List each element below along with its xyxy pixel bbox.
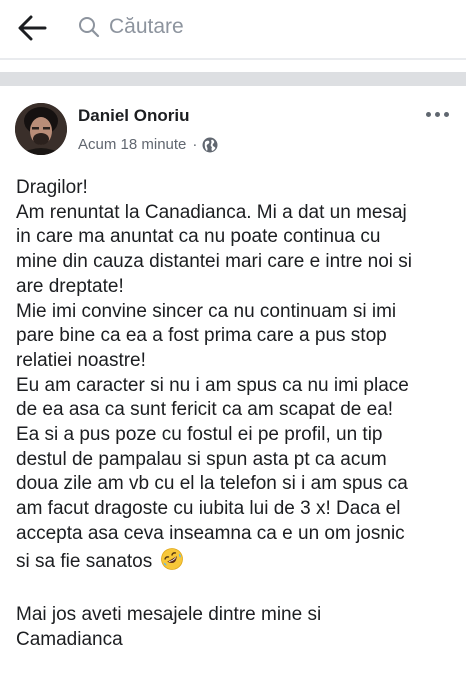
post-line: am facut dragoste cu iubita lui de 3 x! … [16,498,401,520]
author-name[interactable]: Daniel Onoriu [78,106,189,126]
post-card: Daniel Onoriu Acum 18 minute · Dragilor!… [0,86,466,700]
feed-separator [0,72,466,86]
dot-icon [425,111,431,117]
back-arrow-icon [18,15,47,41]
rolling-laughing-emoji-icon [160,547,184,579]
post-line: pare bine ca ea a fost prima care a pus … [16,325,387,347]
avatar[interactable] [15,103,67,155]
back-button[interactable] [12,8,52,48]
dot-icon [434,111,440,117]
dot-icon [443,111,449,117]
post-line: Mie imi convine sincer ca nu continuam s… [16,300,397,322]
more-options-button[interactable] [422,104,452,124]
post-text: Dragilor! Am renuntat la Canadianca. Mi … [16,176,458,652]
post-line: Am renuntat la Canadianca. Mi a dat un m… [16,201,407,223]
post-line: doua zile am vb cu el la telefon si i am… [16,473,408,495]
post-line: Ea si a pus poze cu fostul ei pe profil,… [16,424,383,446]
post-line: Camadianca [16,628,123,650]
post-line: Mai jos aveti mesajele dintre mine si [16,603,322,625]
post-line: si sa fie sanatos [16,550,153,572]
post-line: Dragilor! [16,177,88,198]
header-divider [0,58,466,60]
search-input[interactable] [109,15,409,39]
post-line: relatiei noastre! [16,349,146,371]
post-line: mine din cauza distantei mari care e int… [16,251,413,273]
globe-icon [202,137,218,153]
post-line: Eu am caracter si nu i am spus ca nu imi… [16,374,409,396]
post-line-with-emoji: si sa fie sanatos [16,547,458,579]
search-box[interactable] [70,9,450,45]
post-time[interactable]: Acum 18 minute [78,136,186,153]
top-bar [0,0,466,58]
post-line: destul de pampalau si spun asta pt ca ac… [16,448,387,470]
post-line: are dreptate! [16,275,124,297]
post-meta: Acum 18 minute · [78,136,218,153]
meta-separator: · [192,136,198,153]
post-line: in care ma anuntat ca nu poate continua … [16,226,381,248]
search-icon [76,14,102,40]
post-line: accepta asa ceva inseamna ca e un om jos… [16,522,405,544]
post-line: de ea asa ca sunt fericit ca am scapat d… [16,399,394,421]
